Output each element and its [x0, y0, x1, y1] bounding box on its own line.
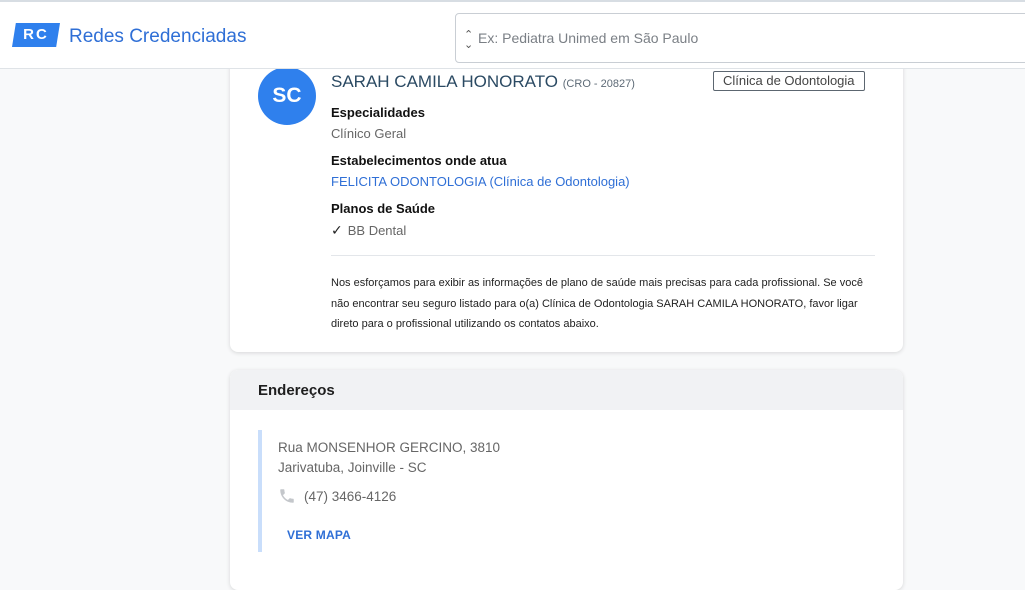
address-city: Jarivatuba, Joinville - SC — [278, 460, 427, 475]
avatar: SC — [258, 67, 316, 125]
profile-card: SC SARAH CAMILA HONORATO (CRO - 20827) C… — [230, 40, 903, 352]
addresses-card: Endereços Rua MONSENHOR GERCINO, 3810 Ja… — [230, 370, 903, 590]
specialties-label: Especialidades — [331, 105, 425, 120]
plan-name: BB Dental — [347, 223, 407, 238]
registration-number: (CRO - 20827) — [562, 78, 635, 90]
professional-name-text: SARAH CAMILA HONORATO — [331, 72, 559, 91]
check-icon: ✓ — [331, 222, 343, 238]
logo[interactable]: RC — [12, 23, 60, 47]
address-accent-bar — [258, 430, 262, 552]
top-navbar: RC Redes Credenciadas ⌃ ⌄ — [0, 0, 1025, 69]
brand-name[interactable]: Redes Credenciadas — [69, 26, 246, 48]
professional-name: SARAH CAMILA HONORATO (CRO - 20827) — [331, 72, 635, 92]
establishments-label: Estabelecimentos onde atua — [331, 153, 507, 168]
search-box[interactable]: ⌃ ⌄ — [455, 13, 1025, 63]
search-input[interactable] — [476, 26, 1016, 50]
disclaimer-text: Nos esforçamos para exibir as informaçõe… — [331, 277, 863, 330]
address-street: Rua MONSENHOR GERCINO, 3810 — [278, 440, 501, 455]
phone-number[interactable]: (47) 3466-4126 — [304, 489, 396, 504]
addresses-title: Endereços — [258, 382, 335, 399]
plans-label: Planos de Saúde — [331, 201, 436, 216]
specialty-value: Clínico Geral — [331, 126, 407, 141]
type-badge: Clínica de Odontologia — [713, 71, 865, 91]
plan-item: ✓ BB Dental — [331, 222, 406, 239]
establishment-link[interactable]: FELICITA ODONTOLOGIA (Clínica de Odontol… — [331, 174, 630, 189]
sort-caret-icon: ⌃ ⌄ — [464, 29, 474, 51]
phone-icon — [280, 489, 294, 503]
addresses-header: Endereços — [230, 370, 903, 410]
divider — [331, 255, 875, 256]
view-map-link[interactable]: VER MAPA — [287, 528, 351, 542]
address-phone[interactable]: (47) 3466-4126 — [278, 487, 396, 505]
